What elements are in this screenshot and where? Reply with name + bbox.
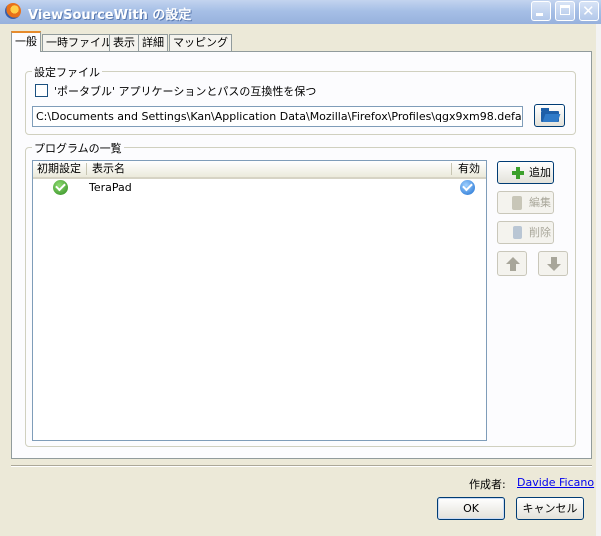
delete-button-label: 削除: [529, 226, 551, 239]
portable-checkbox-label[interactable]: 'ポータブル' アプリケーションとパスの互換性を保つ: [54, 83, 316, 99]
edit-button[interactable]: 編集: [497, 191, 554, 214]
program-list-group: プログラムの一覧 初期設定 表示名 有効 TeraPad 追加 編集 削除: [25, 140, 576, 447]
firefox-icon: [5, 3, 21, 19]
column-separator[interactable]: [86, 163, 87, 175]
column-header-display-name[interactable]: 表示名: [92, 162, 125, 176]
move-down-button[interactable]: [538, 251, 568, 276]
tab-temp-files[interactable]: 一時ファイル: [42, 34, 116, 51]
maximize-icon: [560, 5, 570, 15]
tab-panel-general: 設定ファイル 'ポータブル' アプリケーションとパスの互換性を保つ C:\Doc…: [11, 51, 592, 459]
browse-folder-button[interactable]: [534, 104, 565, 127]
program-name: TeraPad: [89, 181, 132, 194]
ok-button[interactable]: OK: [437, 497, 505, 520]
settings-file-path-input[interactable]: C:\Documents and Settings\Kan\Applicatio…: [32, 106, 523, 127]
window-title: ViewSourceWith の設定: [28, 8, 192, 23]
footer-divider: [11, 465, 592, 467]
default-check-icon[interactable]: [53, 180, 68, 195]
arrow-down-icon: [547, 264, 561, 271]
settings-file-group: 設定ファイル 'ポータブル' アプリケーションとパスの互換性を保つ C:\Doc…: [25, 64, 576, 135]
add-button-label: 追加: [529, 166, 551, 179]
edit-button-label: 編集: [529, 196, 551, 209]
plus-icon: [512, 167, 524, 179]
add-button[interactable]: 追加: [497, 161, 554, 184]
tab-general[interactable]: 一般: [11, 31, 41, 52]
author-label: 作成者:: [469, 478, 506, 491]
folder-icon: [541, 108, 559, 122]
program-list[interactable]: 初期設定 表示名 有効 TeraPad: [32, 160, 487, 441]
tab-mapping[interactable]: マッピング: [169, 34, 232, 51]
cancel-button[interactable]: キャンセル: [516, 497, 584, 520]
close-icon: ✕: [582, 2, 595, 20]
settings-file-group-label: 設定ファイル: [32, 64, 102, 80]
table-row[interactable]: TeraPad: [33, 179, 486, 197]
program-list-header: 初期設定 表示名 有効: [33, 161, 486, 179]
title-bar[interactable]: ViewSourceWith の設定 ✕: [0, 0, 601, 24]
close-button[interactable]: ✕: [579, 1, 599, 21]
delete-icon: [513, 226, 522, 239]
window-right-edge: [596, 24, 601, 536]
arrow-up-icon: [506, 257, 520, 264]
minimize-button[interactable]: [531, 1, 551, 21]
minimize-icon: [536, 13, 543, 16]
enabled-check-icon[interactable]: [460, 180, 475, 195]
column-header-default[interactable]: 初期設定: [37, 162, 81, 176]
edit-icon: [512, 196, 522, 210]
delete-button[interactable]: 削除: [497, 221, 554, 244]
program-list-group-label: プログラムの一覧: [32, 140, 124, 156]
column-header-enabled[interactable]: 有効: [458, 162, 480, 176]
column-separator[interactable]: [451, 163, 452, 175]
tab-details[interactable]: 詳細: [138, 34, 168, 51]
portable-checkbox[interactable]: [35, 84, 48, 97]
maximize-button[interactable]: [555, 1, 575, 21]
author-link[interactable]: Davide Ficano: [517, 476, 594, 489]
move-up-button[interactable]: [497, 251, 527, 276]
tab-view[interactable]: 表示: [109, 34, 139, 51]
